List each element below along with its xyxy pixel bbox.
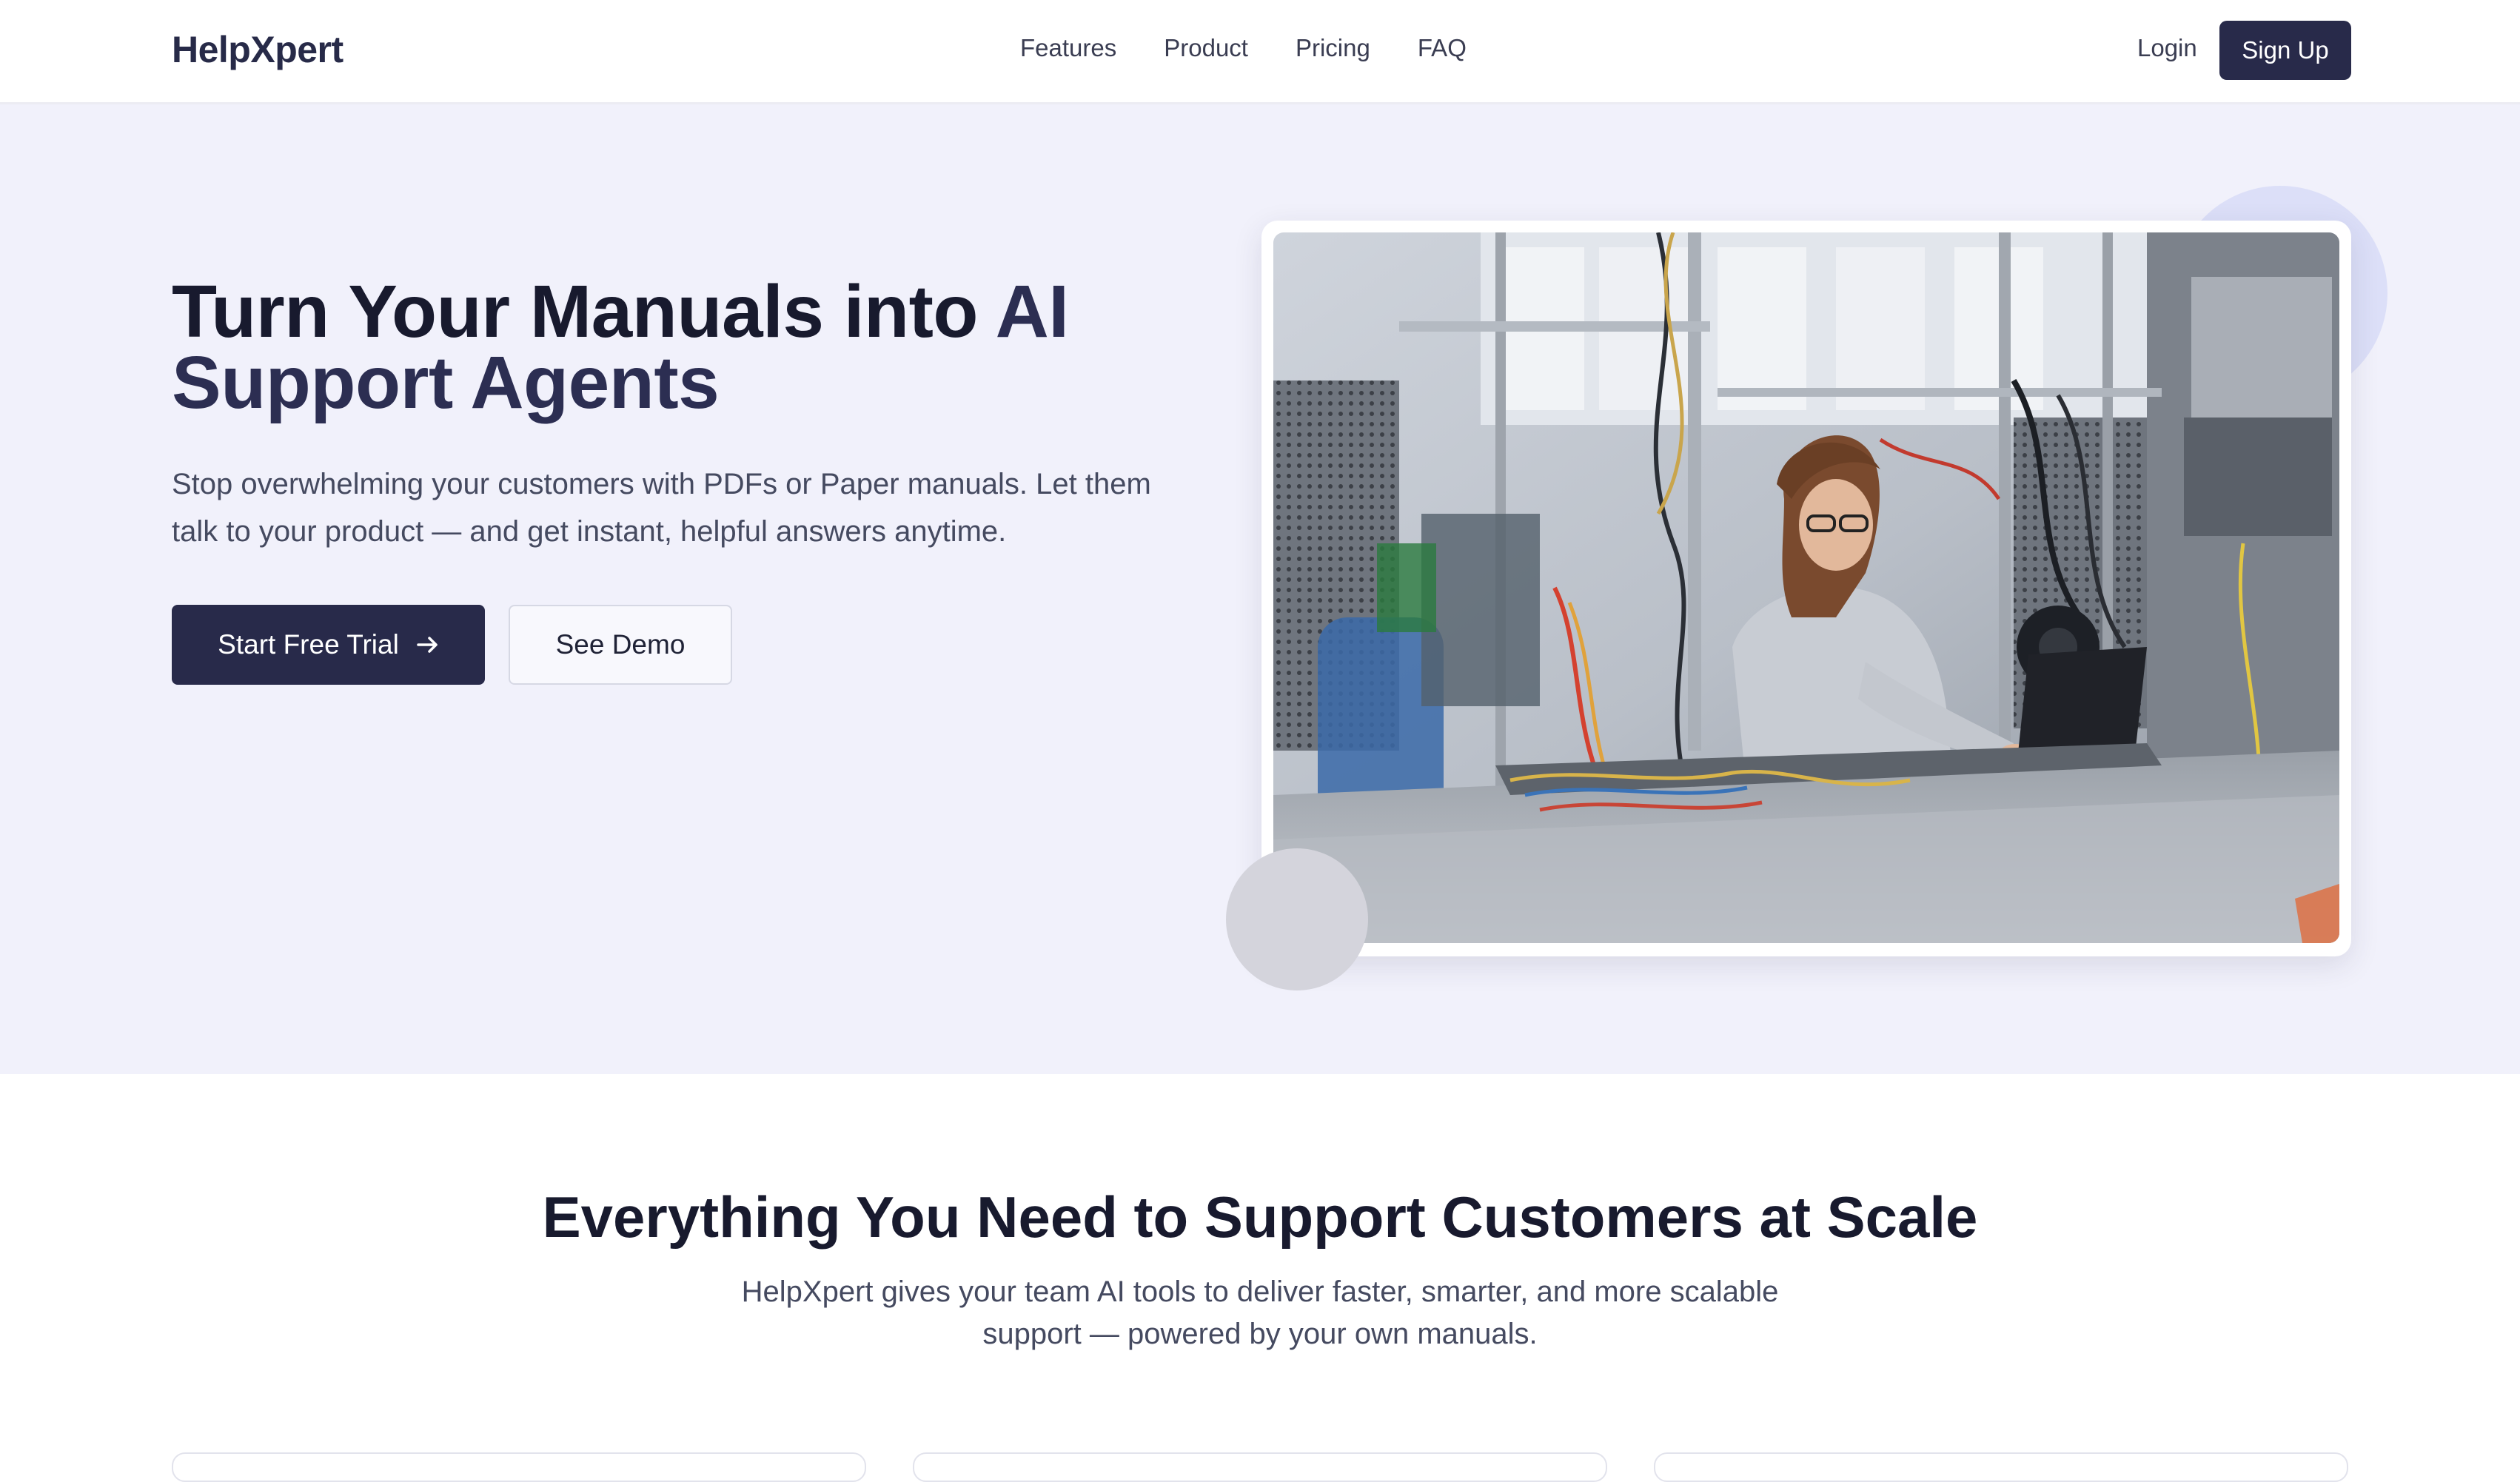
hero-title: Turn Your Manuals into AI Support Agents: [172, 275, 1267, 420]
features-subtitle: HelpXpert gives your team AI tools to de…: [741, 1275, 1779, 1350]
nav-link-pricing[interactable]: Pricing: [1296, 34, 1370, 62]
feature-card: [1654, 1452, 2348, 1482]
feature-card: [913, 1452, 1607, 1482]
arrow-right-icon: [417, 629, 439, 660]
hero-image-card: [1261, 221, 2351, 956]
nav-link-faq[interactable]: FAQ: [1418, 34, 1467, 62]
top-navbar: HelpXpert Features Product Pricing FAQ L…: [0, 0, 2520, 104]
hero-title-line2: Support Agents: [172, 341, 720, 424]
hero-photo: [1273, 232, 2339, 943]
nav-link-features[interactable]: Features: [1020, 34, 1116, 62]
start-free-trial-button[interactable]: Start Free Trial: [172, 605, 485, 685]
login-link[interactable]: Login: [2137, 34, 2197, 62]
feature-card: [172, 1452, 866, 1482]
nav-link-product[interactable]: Product: [1164, 34, 1248, 62]
nav-links: Features Product Pricing FAQ: [1020, 34, 1467, 62]
signup-button[interactable]: Sign Up: [2219, 21, 2351, 80]
see-demo-button[interactable]: See Demo: [509, 605, 732, 685]
hero-subtitle: Stop overwhelming your customers with PD…: [172, 468, 1151, 548]
start-free-trial-label: Start Free Trial: [218, 629, 399, 660]
hero-title-accent: AI: [995, 270, 1070, 353]
features-title: Everything You Need to Support Customers…: [542, 1184, 1978, 1250]
decorative-circle-bottom: [1226, 848, 1368, 990]
logo[interactable]: HelpXpert: [172, 28, 344, 71]
